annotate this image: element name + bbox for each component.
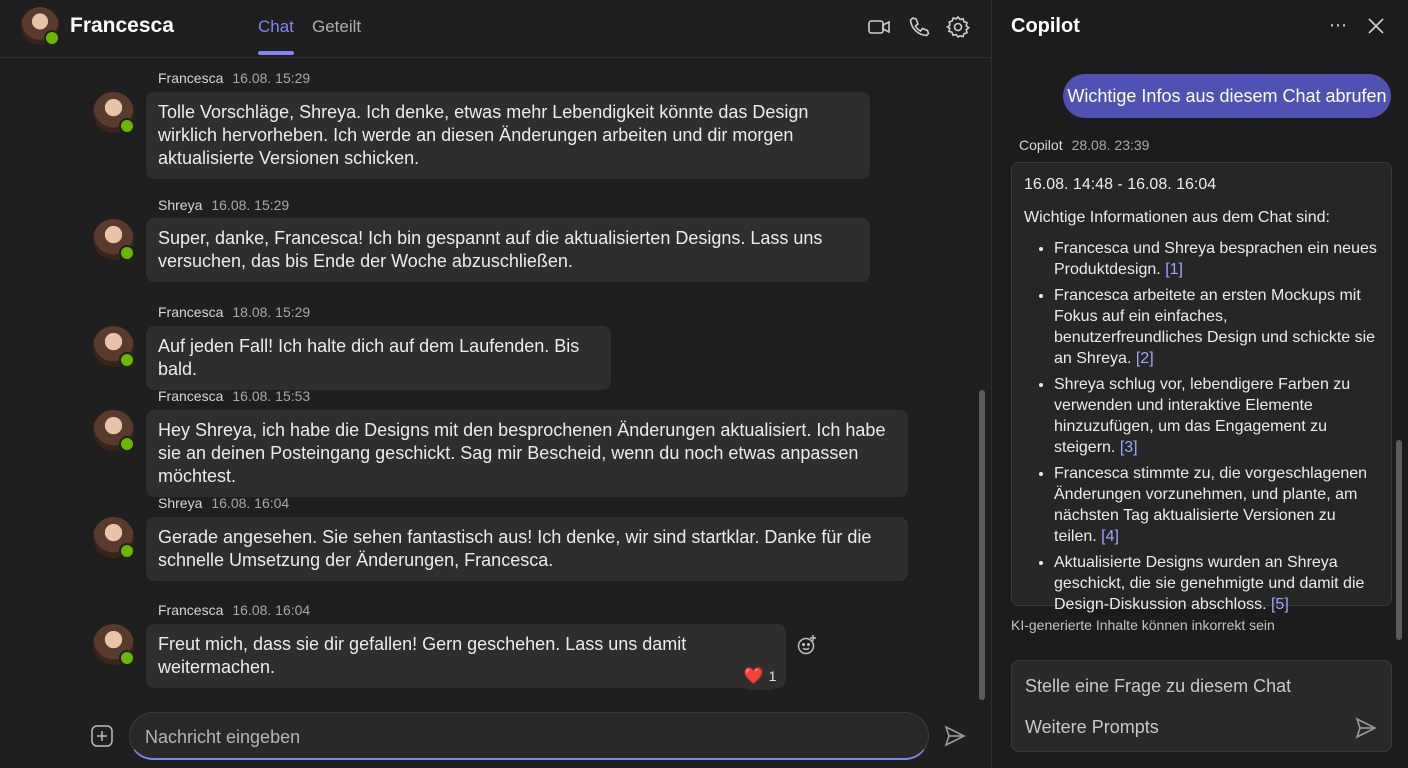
add-reaction-icon[interactable]	[796, 634, 818, 656]
message-bubble[interactable]: Tolle Vorschläge, Shreya. Ich denke, etw…	[146, 92, 870, 179]
copilot-response-meta: Copilot 28.08. 23:39	[1019, 137, 1149, 153]
message-time: 18.08. 15:29	[232, 304, 311, 320]
message-bubble[interactable]: Hey Shreya, ich habe die Designs mit den…	[146, 410, 908, 497]
answer-date-range: 16.08. 14:48 - 16.08. 16:04	[1024, 176, 1217, 193]
answer-intro: Wichtige Informationen aus dem Chat sind…	[1024, 209, 1330, 226]
copilot-scrollbar[interactable]	[1396, 440, 1402, 640]
citation-link[interactable]: [5]	[1271, 596, 1289, 613]
video-call-icon[interactable]	[866, 14, 892, 40]
sender-name: Francesca	[158, 70, 224, 86]
copilot-pane: Copilot ⋯ Wichtige Infos aus diesem Chat…	[992, 0, 1408, 768]
sender-name: Francesca	[158, 388, 224, 404]
sender-name: Shreya	[158, 495, 203, 511]
copilot-title: Copilot	[1011, 15, 1080, 37]
send-icon[interactable]	[1354, 716, 1378, 740]
avatar[interactable]	[93, 326, 135, 368]
message-bubble[interactable]: Auf jeden Fall! Ich halte dich auf dem L…	[146, 326, 611, 390]
message-bubble[interactable]: Gerade angesehen. Sie sehen fantastisch …	[146, 517, 908, 581]
copilot-answer-card: 16.08. 14:48 - 16.08. 16:04 Wichtige Inf…	[1011, 162, 1392, 613]
close-icon[interactable]	[1364, 14, 1388, 38]
heart-icon: ❤️	[743, 668, 764, 685]
list-item: Francesca arbeitete an ersten Mockups mi…	[1054, 285, 1379, 369]
list-item: Francesca stimmte zu, die vorgeschlagene…	[1054, 463, 1379, 547]
message-meta: Francesca 16.08. 15:53	[158, 388, 310, 404]
phone-call-icon[interactable]	[906, 14, 932, 40]
message-time: 16.08. 16:04	[232, 602, 311, 618]
sender-name: Copilot	[1019, 137, 1063, 153]
chat-scrollbar[interactable]	[979, 390, 985, 700]
contact-name: Francesca	[70, 14, 174, 37]
citation-link[interactable]: [4]	[1101, 528, 1119, 545]
message-time: 16.08. 15:29	[211, 197, 290, 213]
message-meta: Shreya 16.08. 15:29	[158, 197, 289, 213]
reaction-badge[interactable]: ❤️ 1	[737, 662, 783, 690]
chat-pane: Francesca Chat Geteilt Francesca 16.08. 1…	[0, 0, 992, 768]
message-compose-box[interactable]	[129, 712, 929, 760]
avatar[interactable]	[93, 219, 135, 261]
citation-link[interactable]: [2]	[1136, 350, 1154, 367]
user-prompt-bubble: Wichtige Infos aus diesem Chat abrufen	[1063, 74, 1391, 118]
send-icon[interactable]	[943, 724, 967, 748]
message-time: 28.08. 23:39	[1071, 137, 1150, 153]
avatar[interactable]	[93, 517, 135, 559]
reaction-count: 1	[768, 668, 777, 684]
message-meta: Shreya 16.08. 16:04	[158, 495, 289, 511]
list-item: Shreya schlug vor, lebendigere Farben zu…	[1054, 374, 1379, 458]
list-item: Aktualisierte Designs wurden an Shreya g…	[1054, 552, 1379, 615]
settings-icon[interactable]	[945, 14, 971, 40]
message-meta: Francesca 16.08. 16:04	[158, 602, 310, 618]
list-item: Francesca und Shreya besprachen ein neue…	[1054, 238, 1379, 280]
avatar[interactable]	[93, 92, 135, 134]
ai-disclaimer: KI-generierte Inhalte können inkorrekt s…	[1011, 617, 1275, 633]
message-bubble[interactable]: Super, danke, Francesca! Ich bin gespann…	[146, 218, 870, 282]
message-meta: Francesca 18.08. 15:29	[158, 304, 310, 320]
answer-list: Francesca und Shreya besprachen ein neue…	[1024, 238, 1379, 615]
tab-shared[interactable]: Geteilt	[312, 17, 361, 37]
sender-name: Francesca	[158, 304, 224, 320]
sender-name: Francesca	[158, 602, 224, 618]
chat-header: Francesca Chat Geteilt	[0, 0, 992, 58]
copilot-question-input[interactable]	[1025, 674, 1375, 698]
message-time: 16.08. 15:53	[232, 388, 311, 404]
add-attachment-icon[interactable]	[90, 724, 114, 748]
message-meta: Francesca 16.08. 15:29	[158, 70, 310, 86]
message-time: 16.08. 15:29	[232, 70, 311, 86]
more-options-icon[interactable]: ⋯	[1326, 14, 1350, 38]
sender-name: Shreya	[158, 197, 203, 213]
message-time: 16.08. 16:04	[211, 495, 290, 511]
copilot-compose-box[interactable]: Weitere Prompts	[1011, 660, 1392, 752]
avatar[interactable]	[93, 410, 135, 452]
message-input[interactable]	[145, 725, 905, 749]
avatar[interactable]	[21, 7, 60, 46]
citation-link[interactable]: [3]	[1120, 439, 1138, 456]
avatar[interactable]	[93, 624, 135, 666]
tab-chat[interactable]: Chat	[258, 17, 294, 55]
citation-link[interactable]: [1]	[1165, 261, 1183, 278]
message-bubble[interactable]: Freut mich, dass sie dir gefallen! Gern …	[146, 624, 786, 688]
more-prompts-button[interactable]: Weitere Prompts	[1025, 717, 1159, 738]
